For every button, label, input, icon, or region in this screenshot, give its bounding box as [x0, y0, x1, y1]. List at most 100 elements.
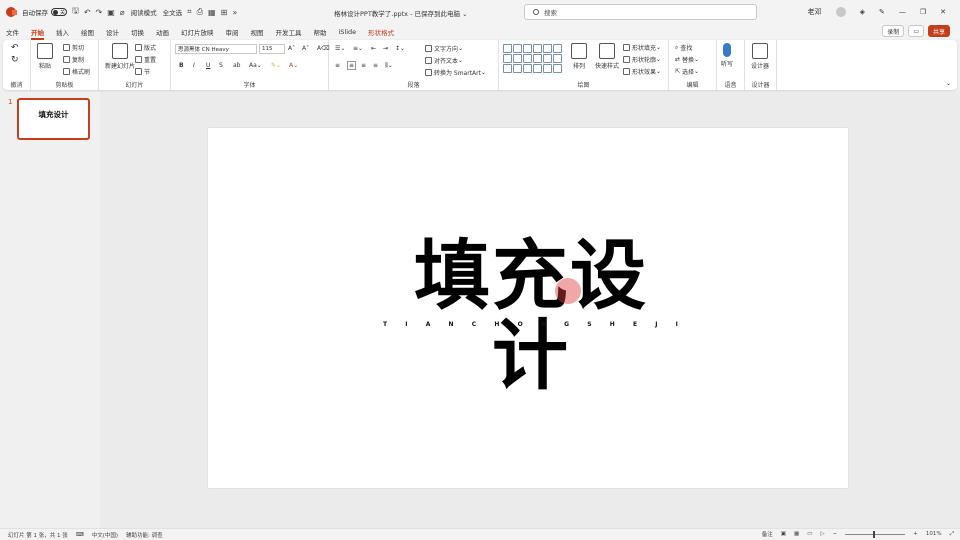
columns-icon[interactable]: ⫼⌄ — [385, 62, 393, 70]
tab-slideshow[interactable]: 幻灯片放映 — [181, 27, 214, 37]
record-button[interactable]: 录制 — [882, 25, 905, 37]
redo-icon[interactable]: ↻ — [11, 55, 19, 65]
minimize-icon[interactable]: — — [899, 8, 906, 16]
autosave-control[interactable]: 自动保存 关 — [22, 7, 67, 17]
shape-outline-button[interactable]: 形状轮廓 ⌄ — [623, 55, 661, 64]
shape-effects-button[interactable]: 形状效果 ⌄ — [623, 67, 661, 76]
shape-fill-button[interactable]: 形状填充 ⌄ — [623, 43, 661, 52]
reset-button[interactable]: 重置 — [135, 55, 156, 64]
close-icon[interactable]: ✕ — [940, 8, 946, 16]
shape-item[interactable] — [513, 64, 522, 73]
shape-item[interactable] — [513, 54, 522, 63]
tab-home[interactable]: 开始 — [31, 27, 44, 40]
tab-animations[interactable]: 动画 — [156, 27, 169, 37]
tab-help[interactable]: 帮助 — [314, 27, 327, 37]
autosave-toggle[interactable]: 关 — [51, 8, 67, 16]
copy-button[interactable]: 复制 — [63, 55, 84, 64]
highlight-icon[interactable]: ✎⌄ — [271, 62, 281, 69]
shape-item[interactable] — [513, 44, 522, 53]
align-left-icon[interactable]: ≡ — [335, 62, 340, 69]
font-color-icon[interactable]: A⌄ — [289, 62, 298, 69]
font-size-combo[interactable]: 115 — [259, 44, 285, 54]
notes-button[interactable]: 备注 — [762, 530, 773, 538]
align-right-icon[interactable]: ≡ — [361, 62, 366, 69]
bullets-icon[interactable]: ☰⌄ — [335, 45, 345, 52]
slide-subtitle[interactable]: T I A N C H O N G S H E J I — [383, 321, 678, 328]
tab-developer[interactable]: 开发工具 — [276, 27, 302, 37]
shape-item[interactable] — [553, 54, 562, 63]
cut-button[interactable]: 剪切 — [63, 43, 84, 52]
slide-canvas[interactable]: 填充设计 T I A N C H O N G S H E J I — [208, 128, 848, 488]
layout-button[interactable]: 版式 — [135, 43, 156, 52]
crop-icon[interactable]: ⌗ — [187, 7, 192, 17]
zoom-slider[interactable] — [845, 530, 906, 538]
save-icon[interactable]: 🖫 — [72, 5, 79, 19]
from-beginning-icon[interactable]: ▣ — [107, 8, 115, 17]
shapes-gallery[interactable] — [503, 44, 562, 74]
shape-item[interactable] — [533, 64, 542, 73]
tab-islide[interactable]: iSlide — [339, 28, 357, 36]
user-name[interactable]: 老邓 — [808, 7, 822, 17]
select-button[interactable]: ⇱ 选择 ⌄ — [675, 67, 699, 76]
present-icon[interactable]: ▭ — [908, 25, 924, 37]
italic-button[interactable]: I — [193, 62, 195, 69]
language-status[interactable]: 中文(中国) — [92, 531, 118, 539]
search-input[interactable]: 搜索 — [524, 4, 757, 20]
quick-styles-button[interactable]: 快速样式 — [595, 43, 619, 70]
format-painter-button[interactable]: 格式刷 — [63, 67, 90, 76]
shape-item[interactable] — [523, 44, 532, 53]
customize-icon[interactable]: » — [232, 8, 237, 17]
grid-icon[interactable]: ▦ — [208, 8, 216, 17]
zoom-level[interactable]: 101% — [926, 531, 942, 537]
shape-item[interactable] — [543, 54, 552, 63]
shape-item[interactable] — [503, 64, 512, 73]
section-button[interactable]: 节 — [135, 67, 150, 76]
select-all-button[interactable]: 全文选 — [163, 7, 183, 17]
bold-button[interactable]: B — [179, 62, 184, 69]
shape-item[interactable] — [503, 44, 512, 53]
tab-insert[interactable]: 插入 — [56, 27, 69, 37]
tab-design[interactable]: 设计 — [106, 27, 119, 37]
table-icon[interactable]: ⊞ — [221, 8, 228, 17]
shape-item[interactable] — [503, 54, 512, 63]
align-center-icon[interactable]: ≡ — [347, 61, 357, 70]
tab-shape-format[interactable]: 形状格式 — [368, 27, 394, 37]
tab-draw[interactable]: 绘图 — [81, 27, 94, 37]
slideshow-icon[interactable]: ▷ — [820, 531, 824, 537]
designer-button[interactable]: 设计器 — [751, 43, 769, 70]
dropper-icon[interactable]: ⌀ — [120, 8, 125, 17]
zoom-out-icon[interactable]: − — [833, 531, 838, 537]
justify-icon[interactable]: ≡ — [373, 62, 378, 69]
tab-transitions[interactable]: 切换 — [131, 27, 144, 37]
underline-button[interactable]: U — [206, 62, 210, 69]
pen-icon[interactable]: ✎ — [879, 8, 885, 16]
paste-button[interactable]: 粘贴 — [37, 43, 53, 70]
document-title[interactable]: 格林设计PPT教学了.pptx - 已保存到此电脑 ⌄ — [334, 8, 468, 18]
shape-item[interactable] — [523, 64, 532, 73]
zoom-slider-thumb[interactable] — [873, 530, 876, 538]
slide-title[interactable]: 填充设计 — [376, 236, 686, 396]
clear-format-icon[interactable]: A⌫ — [317, 45, 330, 52]
dictate-button[interactable]: 听写 — [721, 43, 733, 68]
slide-sorter-icon[interactable]: ▦ — [794, 531, 799, 537]
line-spacing-icon[interactable]: ↕⌄ — [395, 45, 405, 52]
slide-thumbnail[interactable]: 填充设计 — [17, 98, 90, 140]
shape-item[interactable] — [523, 54, 532, 63]
shape-item[interactable] — [543, 44, 552, 53]
avatar[interactable] — [835, 7, 846, 17]
shape-item[interactable] — [543, 64, 552, 73]
shape-item[interactable] — [533, 44, 542, 53]
spellcheck-icon[interactable]: ⌨ — [76, 532, 84, 538]
align-text-button[interactable]: 对齐文本 ⌄ — [425, 56, 463, 65]
reading-mode-button[interactable]: 阅读模式 — [131, 7, 157, 17]
strikethrough-button[interactable]: S — [219, 62, 223, 69]
print-icon[interactable]: ⎙ — [197, 7, 203, 17]
reading-view-icon[interactable]: ▭ — [807, 531, 812, 537]
tab-view[interactable]: 视图 — [251, 27, 264, 37]
zoom-in-icon[interactable]: + — [913, 531, 918, 537]
copilot-icon[interactable]: ◈ — [860, 8, 865, 16]
shape-item[interactable] — [553, 64, 562, 73]
new-slide-button[interactable]: 新建幻灯片 — [105, 43, 135, 70]
char-spacing-icon[interactable]: ab — [233, 62, 241, 69]
indent-icon[interactable]: ⇤ — [371, 45, 376, 52]
